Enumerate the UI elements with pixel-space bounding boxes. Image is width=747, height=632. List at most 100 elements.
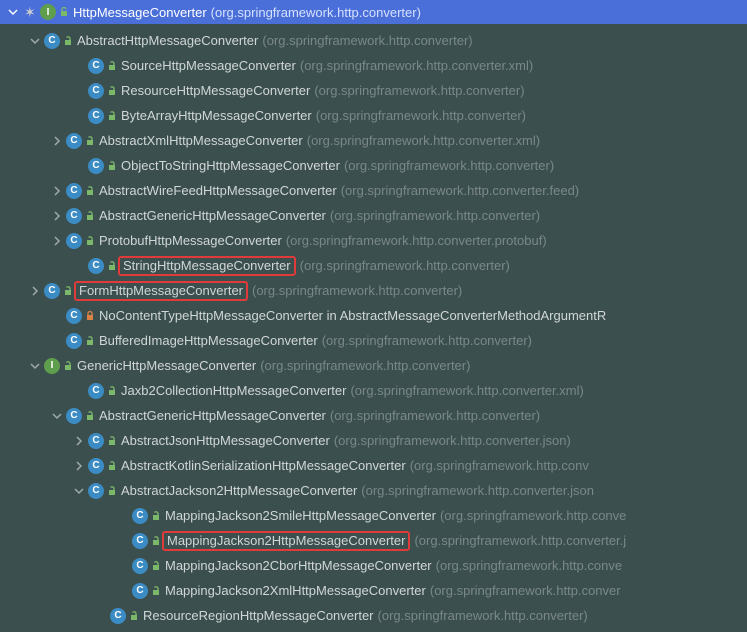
tree-row[interactable]: CProtobufHttpMessageConverter(org.spring… xyxy=(0,228,747,253)
chevron-right-icon[interactable] xyxy=(50,209,64,223)
tree-row[interactable]: IGenericHttpMessageConverter(org.springf… xyxy=(0,353,747,378)
chevron-down-icon[interactable] xyxy=(72,484,86,498)
class-name[interactable]: HttpMessageConverter xyxy=(73,5,207,20)
class-name[interactable]: AbstractGenericHttpMessageConverter xyxy=(99,208,326,223)
unlock-icon xyxy=(107,461,117,471)
package-label: (org.springframework.http.conv xyxy=(410,458,589,473)
tree-row[interactable]: CAbstractKotlinSerializationHttpMessageC… xyxy=(0,453,747,478)
unlock-icon xyxy=(151,586,161,596)
class-name[interactable]: ResourceHttpMessageConverter xyxy=(121,83,310,98)
class-icon: C xyxy=(110,608,126,624)
chevron-right-icon[interactable] xyxy=(72,459,86,473)
class-name[interactable]: MappingJackson2XmlHttpMessageConverter xyxy=(165,583,426,598)
package-label: (org.springframework.http.converter.xml) xyxy=(350,383,583,398)
unlock-icon xyxy=(85,336,95,346)
package-label: (org.springframework.http.converter.xml) xyxy=(307,133,540,148)
package-label: (org.springframework.http.converter) xyxy=(260,358,470,373)
chevron-right-icon[interactable] xyxy=(50,234,64,248)
class-name[interactable]: AbstractHttpMessageConverter xyxy=(77,33,258,48)
tree-row[interactable]: C MappingJackson2SmileHttpMessageConverte… xyxy=(0,503,747,528)
class-name[interactable]: SourceHttpMessageConverter xyxy=(121,58,296,73)
class-icon: C xyxy=(88,258,104,274)
class-name[interactable]: ResourceRegionHttpMessageConverter xyxy=(143,608,374,623)
tree-row[interactable]: CByteArrayHttpMessageConverter(org.sprin… xyxy=(0,103,747,128)
tree-row[interactable]: CResourceHttpMessageConverter(org.spring… xyxy=(0,78,747,103)
package-label: (org.springframework.http.conve xyxy=(436,558,622,573)
class-icon: C xyxy=(66,133,82,149)
tree-row[interactable]: CAbstractHttpMessageConverter(org.spring… xyxy=(0,28,747,53)
class-name[interactable]: MappingJackson2CborHttpMessageConverter xyxy=(165,558,432,573)
class-icon: C xyxy=(66,183,82,199)
tree-row[interactable]: C ObjectToStringHttpMessageConverter (org.… xyxy=(0,153,747,178)
class-icon: C xyxy=(88,58,104,74)
chevron-down-icon[interactable] xyxy=(50,409,64,423)
tree-row[interactable]: CResourceRegionHttpMessageConverter(org.… xyxy=(0,603,747,628)
class-icon: C xyxy=(66,333,82,349)
arrow-placeholder xyxy=(50,334,64,348)
arrow-placeholder xyxy=(116,509,130,523)
class-name[interactable]: FormHttpMessageConverter xyxy=(74,281,248,301)
class-name[interactable]: AbstractGenericHttpMessageConverter xyxy=(99,408,326,423)
class-name[interactable]: ByteArrayHttpMessageConverter xyxy=(121,108,312,123)
class-name[interactable]: BufferedImageHttpMessageConverter xyxy=(99,333,318,348)
package-label: (org.springframework.http.converter) xyxy=(330,208,540,223)
class-name[interactable]: AbstractJsonHttpMessageConverter xyxy=(121,433,330,448)
expand-arrow-icon[interactable] xyxy=(6,5,20,19)
arrow-placeholder xyxy=(116,559,130,573)
chevron-down-icon[interactable] xyxy=(28,359,42,373)
package-label: (org.springframework.http.converter) xyxy=(314,83,524,98)
tree-row[interactable]: CNoContentTypeHttpMessageConverter in Ab… xyxy=(0,303,747,328)
class-name[interactable]: StringHttpMessageConverter xyxy=(118,256,296,276)
class-icon: C xyxy=(132,533,148,549)
chevron-right-icon[interactable] xyxy=(50,134,64,148)
class-name[interactable]: ProtobufHttpMessageConverter xyxy=(99,233,282,248)
tree-row[interactable]: C BufferedImageHttpMessageConverter (org.s… xyxy=(0,328,747,353)
tree-row[interactable]: CMappingJackson2CborHttpMessageConverter… xyxy=(0,553,747,578)
class-name[interactable]: MappingJackson2HttpMessageConverter xyxy=(162,531,410,551)
tree-row[interactable]: CAbstractGenericHttpMessageConverter(org… xyxy=(0,203,747,228)
unlock-icon xyxy=(63,36,73,46)
unlock-icon xyxy=(85,211,95,221)
class-name[interactable]: GenericHttpMessageConverter xyxy=(77,358,256,373)
class-name[interactable]: Jaxb2CollectionHttpMessageConverter xyxy=(121,383,346,398)
tree-row[interactable]: CFormHttpMessageConverter(org.springfram… xyxy=(0,278,747,303)
unlock-icon xyxy=(129,611,139,621)
class-icon: C xyxy=(132,508,148,524)
tree-row[interactable]: C AbstractXmlHttpMessageConverter (org.spr… xyxy=(0,128,747,153)
tree-row[interactable]: C MappingJackson2HttpMessageConverter (org… xyxy=(0,528,747,553)
class-name[interactable]: AbstractKotlinSerializationHttpMessageCo… xyxy=(121,458,406,473)
package-label: (org.springframework.http.converter.j xyxy=(414,533,626,548)
tree-row[interactable]: CAbstractJackson2HttpMessageConverter(or… xyxy=(0,478,747,503)
package-label: (org.springframework.http.converter) xyxy=(344,158,554,173)
class-icon: C xyxy=(88,483,104,499)
class-name[interactable]: ObjectToStringHttpMessageConverter xyxy=(121,158,340,173)
tree-row[interactable]: CSourceHttpMessageConverter(org.springfr… xyxy=(0,53,747,78)
chevron-right-icon[interactable] xyxy=(50,184,64,198)
interface-icon: I xyxy=(40,4,56,20)
unlock-icon xyxy=(107,386,117,396)
tree-row[interactable]: CStringHttpMessageConverter(org.springfr… xyxy=(0,253,747,278)
package-label: (org.springframework.http.converter) xyxy=(322,333,532,348)
tree-row[interactable]: CMappingJackson2XmlHttpMessageConverter(… xyxy=(0,578,747,603)
unlock-icon xyxy=(85,186,95,196)
class-icon: C xyxy=(88,158,104,174)
class-name[interactable]: AbstractXmlHttpMessageConverter xyxy=(99,133,303,148)
class-name[interactable]: AbstractJackson2HttpMessageConverter xyxy=(121,483,357,498)
chevron-right-icon[interactable] xyxy=(72,434,86,448)
class-icon: C xyxy=(44,283,60,299)
chevron-right-icon[interactable] xyxy=(28,284,42,298)
package-label: (org.springframework.http.converter.feed… xyxy=(341,183,579,198)
tree-row[interactable]: C AbstractWireFeedHttpMessageConverter (or… xyxy=(0,178,747,203)
class-icon: C xyxy=(88,108,104,124)
tree-row[interactable]: CAbstractGenericHttpMessageConverter(org… xyxy=(0,403,747,428)
tree-row[interactable]: CAbstractJsonHttpMessageConverter(org.sp… xyxy=(0,428,747,453)
arrow-placeholder xyxy=(72,259,86,273)
class-name[interactable]: NoContentTypeHttpMessageConverter in Abs… xyxy=(99,308,606,323)
chevron-down-icon[interactable] xyxy=(28,34,42,48)
unlock-icon xyxy=(151,561,161,571)
tree-row[interactable]: CJaxb2CollectionHttpMessageConverter(org… xyxy=(0,378,747,403)
class-name[interactable]: MappingJackson2SmileHttpMessageConverter xyxy=(165,508,436,523)
unlock-icon xyxy=(151,536,161,546)
class-name[interactable]: AbstractWireFeedHttpMessageConverter xyxy=(99,183,337,198)
class-icon: C xyxy=(66,408,82,424)
